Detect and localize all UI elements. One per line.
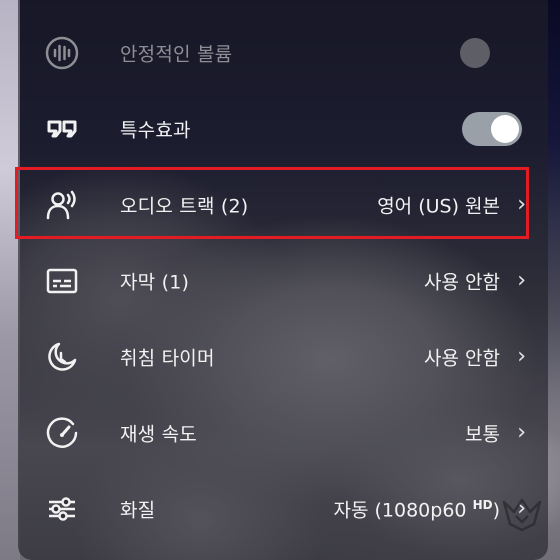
- special-effects-toggle[interactable]: [462, 112, 522, 146]
- sleep-timer-icon: [43, 338, 81, 376]
- special-effects-icon: [43, 110, 81, 148]
- menu-item-value: 자동 (1080p60 HD): [334, 496, 501, 523]
- menu-item-value: 사용 안함: [424, 347, 500, 370]
- menu-item-quality[interactable]: 화질 자동 (1080p60 HD) ›: [18, 471, 548, 547]
- chevron-right-icon: ›: [517, 268, 526, 293]
- menu-item-sleep-timer[interactable]: 취침 타이머 사용 안함 ›: [18, 319, 548, 395]
- hd-badge: HD: [472, 498, 493, 513]
- toggle-knob: [491, 115, 519, 143]
- watermark-logo-icon: [502, 498, 542, 532]
- menu-item-audio-track[interactable]: 오디오 트랙 (2) 영어 (US) 원본 ›: [18, 167, 548, 243]
- menu-item-label: 오디오 트랙 (2): [120, 195, 249, 218]
- menu-item-stable-volume[interactable]: 안정적인 볼륨: [18, 15, 548, 91]
- menu-item-label: 안정적인 볼륨: [120, 43, 233, 66]
- menu-item-special-effects[interactable]: 특수효과: [18, 91, 548, 167]
- menu-item-label: 특수효과: [120, 119, 191, 142]
- chevron-right-icon: ›: [517, 420, 526, 445]
- quality-value-text: 자동 (1080p60: [333, 499, 467, 522]
- menu-item-label: 화질: [120, 499, 156, 522]
- menu-item-label: 취침 타이머: [120, 347, 215, 370]
- menu-item-label: 자막 (1): [120, 271, 190, 294]
- menu-item-value: 사용 안함: [424, 271, 500, 294]
- playback-speed-icon: [43, 414, 81, 452]
- video-background-strip: [0, 0, 20, 560]
- menu-item-value: 영어 (US) 원본: [377, 195, 500, 218]
- menu-item-label: 재생 속도: [120, 423, 197, 446]
- menu-item-subtitles[interactable]: 자막 (1) 사용 안함 ›: [18, 243, 548, 319]
- menu-item-playback-speed[interactable]: 재생 속도 보통 ›: [18, 395, 548, 471]
- subtitles-icon: [43, 262, 81, 300]
- menu-item-value: 보통: [465, 423, 500, 446]
- audio-track-icon: [43, 186, 81, 224]
- stable-volume-icon: [43, 34, 81, 72]
- stable-volume-toggle[interactable]: [460, 38, 490, 68]
- chevron-right-icon: ›: [517, 192, 526, 217]
- quality-value-suffix: ): [492, 499, 500, 522]
- quality-icon: [43, 490, 81, 528]
- chevron-right-icon: ›: [517, 344, 526, 369]
